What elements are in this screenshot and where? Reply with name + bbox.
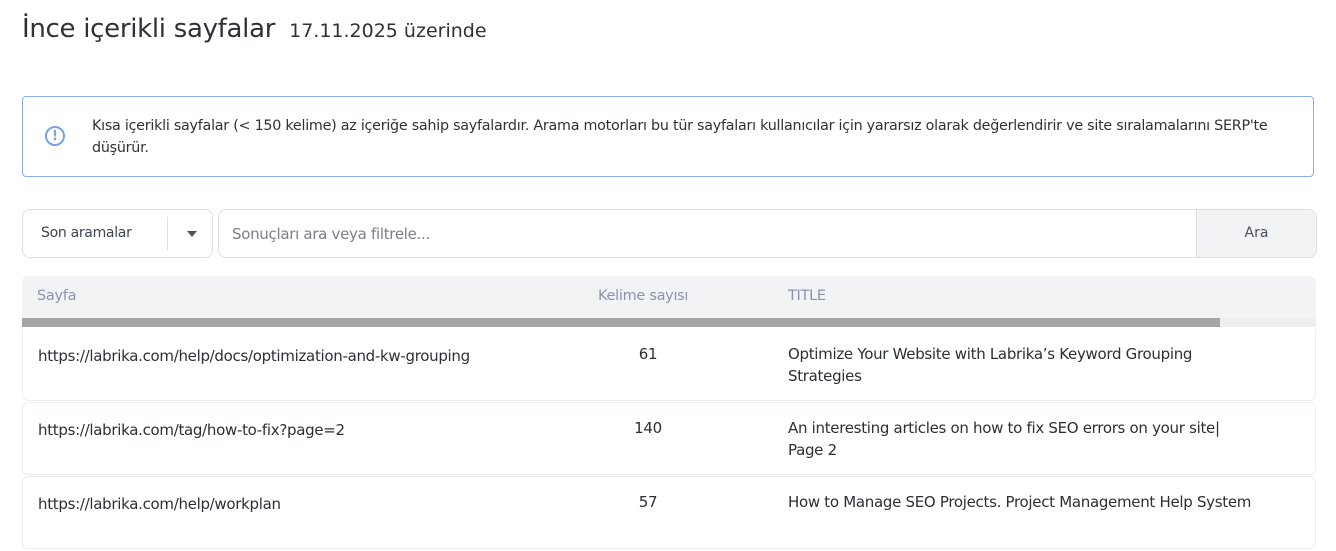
column-header-title[interactable]: TITLE [788,288,826,304]
table-header: Sayfa Kelime sayısı TITLE [22,276,1316,318]
search-input[interactable] [219,210,1196,257]
table-row: https://labrika.com/tag/how-to-fix?page=… [22,402,1316,475]
info-text: Kısa içerikli sayfalar (< 150 kelime) az… [92,118,1268,156]
page-url[interactable]: https://labrika.com/help/docs/optimizati… [38,347,470,365]
chevron-down-icon[interactable] [187,231,197,237]
scrollbar-thumb[interactable] [22,318,1220,327]
page-url[interactable]: https://labrika.com/help/workplan [38,495,281,513]
exclamation-circle-icon: ! [45,126,65,146]
page-header: İnce içerikli sayfalar 17.11.2025 üzerin… [22,14,487,44]
column-header-word-count[interactable]: Kelime sayısı [598,288,688,304]
search-button[interactable]: Ara [1196,210,1316,257]
info-banner: ! Kısa içerikli sayfalar (< 150 kelime) … [22,96,1314,177]
search-bar: Ara [218,209,1317,258]
page-title-cell: Optimize Your Website with Labrika’s Key… [788,345,1193,385]
report-date: 17.11.2025 üzerinde [289,20,487,42]
column-header-page[interactable]: Sayfa [37,288,76,304]
word-count: 140 [634,419,662,437]
page-title: İnce içerikli sayfalar [22,14,276,44]
table-row: https://labrika.com/help/workplan 57 How… [22,476,1316,549]
page-title-cell: An interesting articles on how to fix SE… [788,419,1220,459]
table-row: https://labrika.com/help/docs/optimizati… [22,329,1316,401]
page-url[interactable]: https://labrika.com/tag/how-to-fix?page=… [38,421,345,439]
recent-searches-dropdown[interactable]: Son aramalar [22,209,213,258]
horizontal-scrollbar[interactable] [22,318,1316,327]
recent-searches-label: Son aramalar [41,225,132,241]
word-count: 57 [638,493,658,511]
page-title-cell: How to Manage SEO Projects. Project Mana… [788,493,1252,511]
word-count: 61 [638,345,658,363]
divider [167,217,168,250]
